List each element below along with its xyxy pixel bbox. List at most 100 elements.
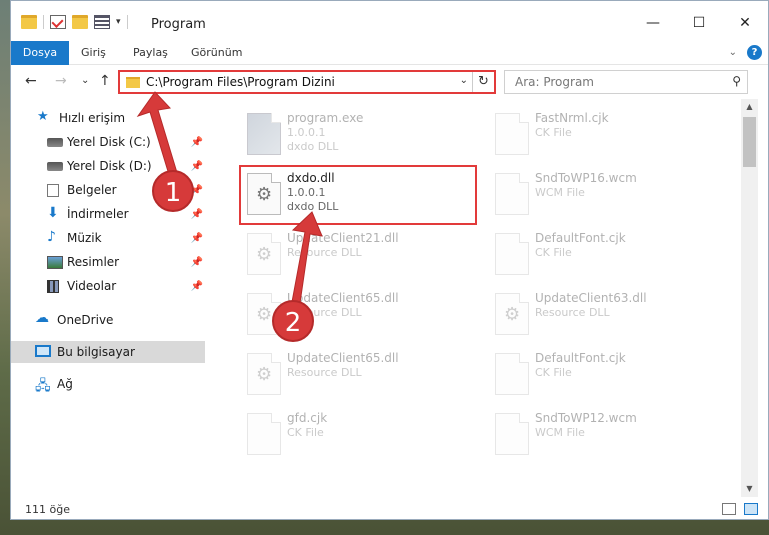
sidebar-item-label: Belgeler [67, 183, 117, 197]
properties-icon[interactable] [94, 15, 110, 29]
sidebar-item-label: OneDrive [57, 313, 114, 327]
file-item[interactable]: DefaultFont.cjk CK File [485, 349, 725, 405]
forward-button[interactable]: → [55, 73, 67, 89]
pin-icon[interactable]: 📌 [191, 281, 203, 292]
file-item[interactable]: ⚙ UpdateClient21.dll Resource DLL [237, 229, 477, 285]
this-pc-icon [35, 345, 51, 357]
pin-icon[interactable]: 📌 [191, 137, 203, 148]
sidebar-item-label: Yerel Disk (C:) [67, 135, 151, 149]
file-type: Resource DLL [535, 306, 610, 319]
back-button[interactable]: ← [25, 73, 37, 89]
sidebar-item-music[interactable]: ♪ Müzik 📌 [11, 227, 205, 249]
scroll-up-icon[interactable]: ▲ [741, 99, 758, 115]
details-view-button[interactable] [722, 503, 736, 515]
tab-view[interactable]: Görünüm [181, 41, 252, 65]
pin-icon[interactable]: 📌 [191, 257, 203, 268]
sidebar-item-onedrive[interactable]: ☁ OneDrive [11, 309, 205, 331]
file-icon [495, 233, 529, 275]
file-item[interactable]: DefaultFont.cjk CK File [485, 229, 725, 285]
file-name: DefaultFont.cjk [535, 231, 626, 245]
navigation-bar: ← → ⌄ ↑ C:\Program Files\Program Dizini … [11, 65, 768, 99]
star-icon: ★ [37, 109, 49, 124]
file-item[interactable]: ⚙ UpdateClient63.dll Resource DLL [485, 289, 725, 345]
file-type: CK File [535, 366, 572, 379]
dll-file-icon: ⚙ [247, 353, 281, 395]
file-type: WCM File [535, 426, 585, 439]
search-icon: ⚲ [732, 74, 741, 88]
expand-ribbon-icon[interactable]: ⌄ [729, 47, 737, 58]
title-bar: ▾ Program — ☐ ✕ [11, 1, 768, 41]
tab-share[interactable]: Paylaş [123, 41, 178, 65]
application-icon [247, 113, 281, 155]
quick-access-toolbar: ▾ [21, 15, 128, 29]
file-item[interactable]: ⚙ UpdateClient65.dll Resource DLL [237, 349, 477, 405]
dll-file-icon: ⚙ [495, 293, 529, 335]
file-name: UpdateClient63.dll [535, 291, 647, 305]
file-icon [495, 413, 529, 455]
scrollbar-thumb[interactable] [743, 117, 756, 167]
maximize-button[interactable]: ☐ [676, 9, 722, 37]
vertical-scrollbar[interactable]: ▲ ▼ [741, 99, 758, 497]
gear-icon: ⚙ [256, 364, 273, 385]
minimize-button[interactable]: — [630, 9, 676, 37]
onedrive-icon: ☁ [35, 310, 49, 326]
dll-file-icon: ⚙ [247, 233, 281, 275]
gear-icon: ⚙ [256, 304, 273, 325]
file-type: Resource DLL [287, 246, 362, 259]
file-item[interactable]: SndToWP12.wcm WCM File [485, 409, 725, 465]
gear-icon: ⚙ [256, 244, 273, 265]
file-name: SndToWP12.wcm [535, 411, 637, 425]
refresh-button[interactable]: ↻ [472, 72, 494, 92]
videos-icon [47, 280, 59, 293]
pin-icon[interactable]: 📌 [191, 209, 203, 220]
scroll-down-icon[interactable]: ▼ [741, 481, 758, 497]
ribbon-tabs: Dosya Giriş Paylaş Görünüm ⌄ ? [11, 41, 768, 65]
new-folder-icon[interactable] [72, 15, 88, 29]
sidebar-item-pictures[interactable]: Resimler 📌 [11, 251, 205, 273]
sidebar-item-label: Ağ [57, 377, 73, 391]
tab-home[interactable]: Giriş [71, 41, 116, 65]
file-item[interactable]: SndToWP16.wcm WCM File [485, 169, 725, 225]
download-icon: ⬇ [47, 205, 59, 221]
sidebar-item-label: Müzik [67, 231, 102, 245]
file-name: SndToWP16.wcm [535, 171, 637, 185]
sidebar-item-label: Yerel Disk (D:) [67, 159, 152, 173]
sidebar-item-this-pc[interactable]: Bu bilgisayar [11, 341, 205, 363]
file-description: dxdo DLL [287, 140, 339, 153]
file-item-program-exe[interactable]: program.exe 1.0.0.1 dxdo DLL [237, 109, 477, 165]
file-name: UpdateClient21.dll [287, 231, 399, 245]
file-item[interactable]: gfd.cjk CK File [237, 409, 477, 465]
sidebar-item-label: Videolar [67, 279, 117, 293]
network-icon: 🖧 [35, 378, 51, 394]
file-type: Resource DLL [287, 366, 362, 379]
pin-icon[interactable]: 📌 [191, 233, 203, 244]
documents-icon [47, 184, 59, 197]
search-input[interactable]: Ara: Program ⚲ [504, 70, 748, 94]
recent-locations-button[interactable]: ⌄ [81, 75, 89, 86]
address-bar[interactable]: C:\Program Files\Program Dizini ⌄ ↻ [118, 70, 496, 94]
large-icons-view-button[interactable] [744, 503, 758, 515]
sidebar-item-videos[interactable]: Videolar 📌 [11, 275, 205, 297]
up-button[interactable]: ↑ [99, 73, 111, 89]
divider [43, 15, 44, 29]
sidebar-item-local-disk-c[interactable]: Yerel Disk (C:) 📌 [11, 131, 205, 153]
address-dropdown-icon[interactable]: ⌄ [460, 75, 468, 86]
close-button[interactable]: ✕ [722, 9, 768, 37]
file-icon [495, 113, 529, 155]
sidebar-item-label: İndirmeler [67, 207, 129, 221]
file-icon [247, 413, 281, 455]
window-title: Program [151, 17, 206, 32]
file-item[interactable]: FastNrml.cjk CK File [485, 109, 725, 165]
file-icon [495, 173, 529, 215]
sidebar-item-quick-access[interactable]: ★ Hızlı erişim [11, 107, 205, 129]
drive-icon [47, 162, 63, 171]
pin-icon[interactable]: 📌 [191, 161, 203, 172]
customize-toolbar-dropdown[interactable]: ▾ [116, 17, 121, 27]
sidebar-item-network[interactable]: 🖧 Ağ [11, 373, 205, 395]
file-name: program.exe [287, 111, 364, 125]
properties-check-icon[interactable] [50, 15, 66, 29]
folder-icon [126, 77, 140, 88]
help-icon[interactable]: ? [747, 45, 762, 60]
explorer-window: ▾ Program — ☐ ✕ Dosya Giriş Paylaş Görün… [10, 0, 769, 520]
tab-file[interactable]: Dosya [11, 41, 69, 65]
